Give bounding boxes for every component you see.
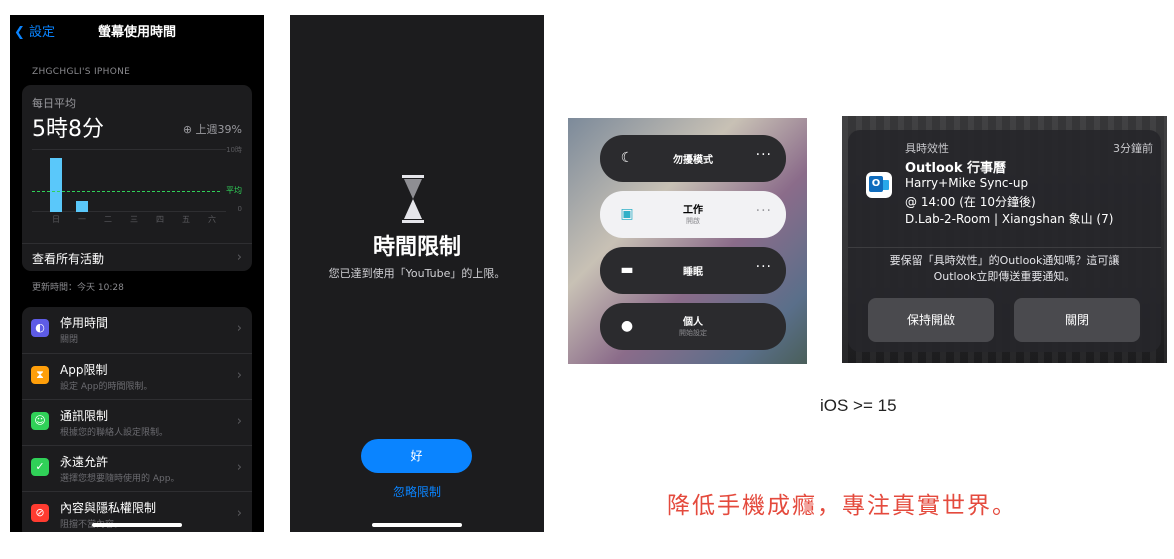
- row-always-allowed[interactable]: ✓ 永遠允許 選擇您想要隨時使用的 App。 ›: [22, 445, 252, 491]
- row-title: 停用時間: [60, 316, 109, 330]
- focus-sleep[interactable]: ▬ 睡眠 ···: [600, 247, 786, 294]
- weekly-delta-text: 上週39%: [195, 123, 242, 136]
- focus-status: 開始設定: [679, 329, 707, 337]
- row-downtime[interactable]: ◐ 停用時間 關閉 ›: [22, 307, 252, 353]
- ios-version-caption: iOS >= 15: [820, 396, 897, 415]
- prompt-line: 要保留「具時效性」的Outlook通知嗎？這可讓: [889, 254, 1120, 267]
- more-icon[interactable]: ···: [756, 203, 772, 219]
- daily-average-card: 每日平均 5時8分 ⊕ 上週39% 10時 0 平均 日 一 二 三 四 五 六…: [22, 85, 252, 271]
- focus-personal[interactable]: ● 個人 開始設定: [600, 303, 786, 350]
- x-label: 五: [182, 215, 190, 224]
- row-title: App限制: [60, 363, 108, 377]
- row-subtitle: 設定 App的時間限制。: [60, 382, 153, 392]
- home-indicator: [92, 523, 182, 527]
- row-title: 內容與隱私權限制: [60, 501, 157, 515]
- row-subtitle: 根據您的聯絡人設定限制。: [60, 428, 169, 438]
- notification-panel: 具時效性 3分鐘前 O Outlook 行事曆 Harry+Mike Sync-…: [842, 116, 1167, 363]
- notification-category: 具時效性: [905, 142, 949, 155]
- turn-off-button[interactable]: 關閉: [1014, 298, 1140, 342]
- more-icon[interactable]: ···: [756, 147, 772, 163]
- notification-title: Outlook 行事曆: [905, 161, 1007, 176]
- chevron-right-icon: ›: [236, 321, 242, 336]
- time-limit-screen: 時間限制 您已達到使用「YouTube」的上限。 好 忽略限制: [290, 15, 544, 532]
- focus-modes-panel: ☾ 勿擾模式 ··· ▣ 工作 開啟 ··· ▬ 睡眠 ··· ● 個人 開始設…: [568, 118, 807, 364]
- average-line: [32, 191, 220, 192]
- row-communication-limits[interactable]: ☺ 通訊限制 根據您的聯絡人設定限制。 ›: [22, 399, 252, 445]
- y-label-top: 10時: [226, 146, 242, 154]
- x-label: 四: [156, 215, 164, 224]
- daily-average-value: 5時8分: [32, 117, 104, 142]
- keep-notification-prompt: 要保留「具時效性」的Outlook通知嗎？這可讓 Outlook立即傳送重要通知…: [858, 253, 1151, 285]
- divider: [848, 247, 1161, 248]
- bar-monday: [76, 201, 88, 212]
- chevron-right-icon: ›: [236, 250, 242, 265]
- x-label: 六: [208, 215, 216, 224]
- notification-line: D.Lab-2-Room | Xiangshan 象山 (7): [905, 212, 1114, 226]
- ok-button[interactable]: 好: [361, 439, 472, 473]
- outlook-icon: O: [866, 172, 892, 198]
- chart-gridline: [32, 149, 226, 150]
- row-app-limits[interactable]: ⧗ App限制 設定 App的時間限制。 ›: [22, 353, 252, 399]
- device-name: ZHGCHGLI'S IPHONE: [32, 67, 131, 77]
- see-all-activity[interactable]: 查看所有活動 ›: [22, 243, 252, 271]
- hourglass-icon: ⧗: [31, 366, 49, 384]
- focus-do-not-disturb[interactable]: ☾ 勿擾模式 ···: [600, 135, 786, 182]
- more-icon[interactable]: ···: [756, 259, 772, 275]
- contact-icon: ☺: [31, 412, 49, 430]
- page-title: 螢幕使用時間: [97, 25, 176, 40]
- y-label-zero: 0: [237, 205, 242, 213]
- see-all-label: 查看所有活動: [32, 252, 105, 266]
- time-limit-message: 您已達到使用「YouTube」的上限。: [328, 267, 506, 280]
- settings-list: ◐ 停用時間 關閉 › ⧗ App限制 設定 App的時間限制。 › ☺ 通訊限…: [22, 307, 252, 532]
- chevron-right-icon: ›: [236, 414, 242, 429]
- daily-average-label: 每日平均: [32, 97, 76, 110]
- x-label: 三: [130, 215, 138, 224]
- notification-line: @ 14:00 (在 10分鐘後): [905, 195, 1036, 209]
- screen-time-screen: ❮ 設定 螢幕使用時間 ZHGCHGLI'S IPHONE 每日平均 5時8分 …: [10, 15, 264, 532]
- ignore-limit-button[interactable]: 忽略限制: [290, 483, 544, 500]
- keep-on-button[interactable]: 保持開啟: [868, 298, 994, 342]
- slogan: 降低手機成癮，專注真實世界。: [667, 493, 1017, 519]
- usage-chart: 10時 0 平均 日 一 二 三 四 五 六: [32, 145, 242, 225]
- home-indicator: [372, 523, 462, 527]
- updated-time: 更新時間：今天 10:28: [32, 283, 124, 293]
- downtime-icon: ◐: [31, 319, 49, 337]
- check-icon: ✓: [31, 458, 49, 476]
- focus-label: 個人: [683, 317, 703, 328]
- notification-time: 3分鐘前: [1113, 142, 1153, 155]
- block-icon: ⊘: [31, 504, 49, 522]
- row-title: 通訊限制: [60, 409, 109, 423]
- focus-work[interactable]: ▣ 工作 開啟 ···: [600, 191, 786, 238]
- x-label: 二: [104, 215, 112, 224]
- time-limit-title: 時間限制: [372, 235, 461, 260]
- hourglass-icon: [402, 175, 424, 223]
- row-subtitle: 選擇您想要隨時使用的 App。: [60, 474, 180, 484]
- x-label: 一: [78, 215, 86, 224]
- average-label: 平均: [226, 186, 242, 195]
- chevron-right-icon: ›: [236, 506, 242, 521]
- prompt-line: Outlook立即傳送重要通知。: [933, 270, 1076, 283]
- row-subtitle: 關閉: [60, 335, 79, 345]
- arrow-up-circle-icon: ⊕: [182, 123, 193, 136]
- chevron-right-icon: ›: [236, 460, 242, 475]
- x-label: 日: [52, 215, 60, 224]
- weekly-delta: ⊕ 上週39%: [183, 121, 242, 137]
- notification-line: Harry+Mike Sync-up: [905, 176, 1029, 190]
- notification-card[interactable]: 具時效性 3分鐘前 O Outlook 行事曆 Harry+Mike Sync-…: [848, 130, 1161, 352]
- chevron-right-icon: ›: [236, 368, 242, 383]
- row-title: 永遠允許: [60, 455, 109, 469]
- nav-bar: ❮ 設定 螢幕使用時間: [10, 15, 264, 45]
- bar-sunday: [50, 158, 62, 212]
